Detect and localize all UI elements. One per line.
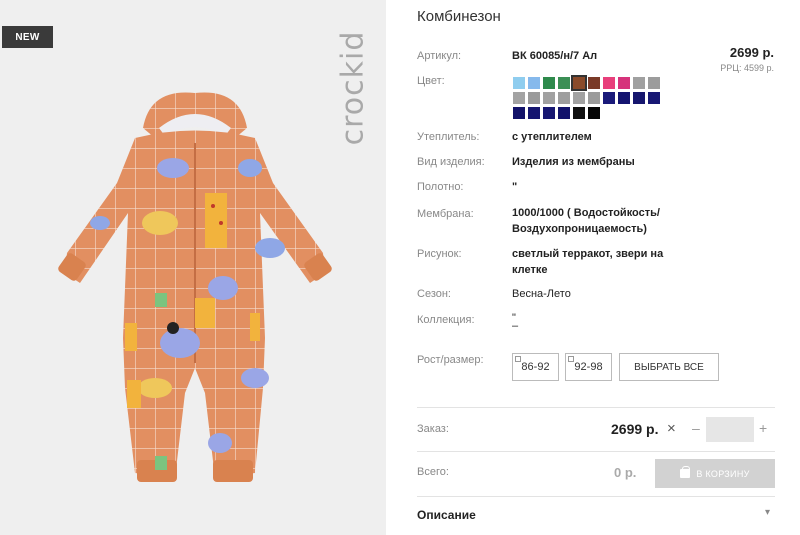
type-label: Вид изделия: — [417, 156, 485, 168]
season-label: Сезон: — [417, 288, 451, 300]
color-swatch[interactable] — [543, 107, 555, 119]
bag-icon — [680, 466, 691, 478]
price-block: 2699 р. РРЦ: 4599 р. — [720, 45, 774, 73]
product-title: Комбинезон — [417, 8, 501, 25]
size-option-label: 92-98 — [574, 361, 603, 373]
color-swatch[interactable] — [528, 92, 540, 104]
article-label: Артикул: — [417, 50, 462, 62]
color-swatch[interactable] — [603, 77, 615, 89]
collection-label: Коллекция: — [417, 314, 475, 326]
size-option-86-92[interactable]: 86-92 — [512, 353, 559, 381]
color-swatch[interactable] — [573, 92, 585, 104]
fabric-label: Полотно: — [417, 181, 464, 193]
divider — [417, 496, 775, 497]
type-value: Изделия из мембраны — [512, 156, 635, 168]
rrp-price: РРЦ: 4599 р. — [720, 63, 774, 73]
color-label: Цвет: — [417, 75, 445, 87]
divider — [417, 407, 775, 408]
total-label: Всего: — [417, 466, 449, 478]
color-swatch[interactable] — [513, 77, 525, 89]
color-swatch[interactable] — [543, 92, 555, 104]
color-swatch[interactable] — [528, 107, 540, 119]
color-swatch[interactable] — [588, 107, 600, 119]
size-label: Рост/размер: — [417, 354, 484, 366]
brand-logo-text: crockid — [335, 30, 371, 146]
order-label: Заказ: — [417, 423, 449, 435]
quantity-decrease-button[interactable]: – — [692, 420, 700, 436]
color-swatch[interactable] — [633, 77, 645, 89]
brand-logo: crockid — [333, 18, 373, 158]
membrane-value-line2: Воздухопроницаемость) — [512, 223, 647, 235]
color-swatch[interactable] — [513, 92, 525, 104]
color-swatch[interactable] — [618, 77, 630, 89]
size-checkbox-icon — [568, 356, 574, 362]
color-swatch[interactable] — [513, 107, 525, 119]
product-photo[interactable]: NEW crockid — [0, 0, 386, 535]
size-option-label: 86-92 — [521, 361, 550, 373]
new-badge: NEW — [2, 26, 53, 48]
color-swatch[interactable] — [603, 92, 615, 104]
insulation-label: Утеплитель: — [417, 131, 480, 143]
pattern-value-line2: клетке — [512, 264, 548, 276]
pattern-value-line1: светлый терракот, звери на — [512, 248, 664, 260]
multiply-icon: × — [667, 420, 676, 437]
size-option-92-98[interactable]: 92-98 — [565, 353, 612, 381]
color-swatch[interactable] — [558, 92, 570, 104]
color-swatch[interactable] — [618, 92, 630, 104]
color-swatches — [513, 75, 663, 119]
jumpsuit-illustration — [58, 92, 332, 482]
membrane-value-line1: 1000/1000 ( Водостойкость/ — [512, 207, 660, 219]
size-checkbox-icon — [515, 356, 521, 362]
description-toggle[interactable]: Описание — [417, 508, 476, 522]
select-all-sizes-button[interactable]: ВЫБРАТЬ ВСЕ — [619, 353, 719, 381]
quantity-input[interactable] — [706, 417, 754, 442]
order-price: 2699 р. — [611, 421, 659, 437]
color-swatch[interactable] — [588, 77, 600, 89]
color-swatch[interactable] — [543, 77, 555, 89]
color-swatch[interactable] — [558, 107, 570, 119]
pattern-label: Рисунок: — [417, 248, 462, 260]
divider — [417, 451, 775, 452]
membrane-label: Мембрана: — [417, 208, 474, 220]
color-swatch[interactable] — [648, 92, 660, 104]
collection-value-line2: – — [512, 320, 519, 332]
add-to-cart-button[interactable]: В КОРЗИНУ — [655, 459, 775, 488]
article-value: ВК 60085/н/7 Ал — [512, 50, 598, 62]
color-swatch[interactable] — [648, 77, 660, 89]
color-swatch[interactable] — [558, 77, 570, 89]
fabric-value: " — [512, 181, 518, 193]
total-price: 0 р. — [614, 465, 637, 480]
product-price: 2699 р. — [729, 45, 774, 60]
season-value: Весна-Лето — [512, 288, 571, 300]
color-swatch[interactable] — [573, 107, 585, 119]
color-swatch[interactable] — [588, 92, 600, 104]
color-swatch[interactable] — [571, 75, 587, 91]
chevron-down-icon[interactable]: ▾ — [765, 507, 770, 518]
insulation-value: с утеплителем — [512, 131, 592, 143]
color-swatch[interactable] — [528, 77, 540, 89]
color-swatch[interactable] — [633, 92, 645, 104]
quantity-increase-button[interactable]: + — [759, 420, 767, 436]
add-to-cart-label: В КОРЗИНУ — [696, 468, 750, 479]
